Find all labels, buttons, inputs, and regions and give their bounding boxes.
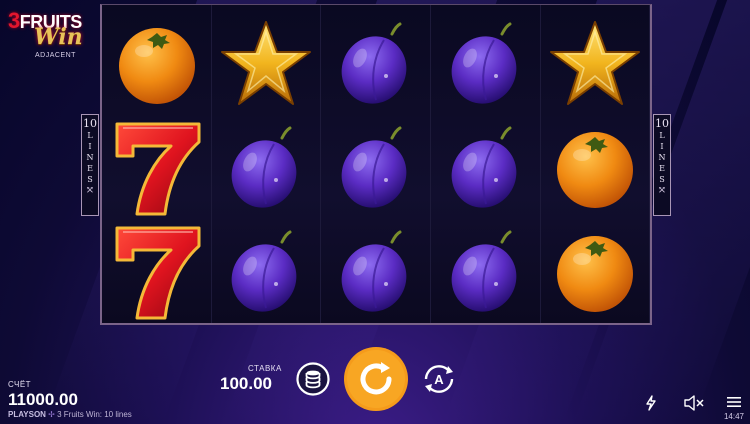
coins-stack-icon — [296, 362, 330, 396]
bet-label: СТАВКА — [248, 364, 282, 373]
reel-column-3 — [321, 5, 431, 323]
reel-symbol-seven — [102, 115, 211, 221]
reel-symbol-orange — [540, 115, 649, 221]
bet-settings-button[interactable] — [296, 362, 330, 396]
reels-grid — [100, 4, 652, 325]
orange-icon — [118, 28, 195, 104]
reel-symbol-plum — [431, 11, 540, 117]
crossed-swords-icon: ⤧ — [85, 185, 95, 196]
lines-indicator-right: 10 L I N E S ⤧ — [653, 114, 671, 216]
seven-icon — [115, 226, 200, 320]
svg-text:A: A — [434, 372, 444, 387]
plum-icon — [451, 230, 516, 312]
reel-symbol-plum — [321, 219, 430, 325]
orange-icon — [556, 132, 633, 208]
lines-indicator-left: 10 L I N E S ⤧ — [81, 114, 99, 216]
reel-symbol-plum — [211, 219, 320, 325]
reel-symbol-star — [540, 11, 649, 117]
reel-symbol-star — [211, 11, 320, 117]
turbo-lightning-icon — [646, 395, 656, 411]
balance-label: СЧЁТ — [8, 380, 32, 389]
reel-column-4 — [431, 5, 541, 323]
game-info: 3 Fruits Win: 10 lines — [57, 410, 132, 419]
plum-icon — [451, 22, 516, 104]
reel-symbol-plum — [431, 219, 540, 325]
orange-icon — [556, 236, 633, 312]
reel-column-2 — [211, 5, 321, 323]
spin-arrow-icon — [344, 347, 408, 411]
turbo-button[interactable] — [644, 395, 658, 411]
provider-line: PLAYSON ✢ 3 Fruits Win: 10 lines — [8, 410, 132, 419]
reel-symbol-plum — [321, 11, 430, 117]
plum-icon — [341, 126, 406, 208]
sound-muted-icon — [684, 395, 704, 411]
menu-button[interactable] — [726, 395, 742, 409]
reel-symbol-plum — [211, 115, 320, 221]
crossed-swords-icon: ⤧ — [657, 185, 667, 196]
seven-icon — [115, 122, 200, 216]
reel-symbol-seven — [102, 219, 211, 325]
reel-symbol-orange — [540, 219, 649, 325]
sound-button[interactable] — [683, 395, 705, 411]
autoplay-icon: A — [424, 365, 454, 393]
autoplay-button[interactable]: A — [419, 362, 459, 396]
reel-column-1 — [102, 5, 212, 323]
reel-symbol-plum — [431, 115, 540, 221]
star-icon — [220, 21, 311, 105]
plum-icon — [231, 230, 296, 312]
reel-symbol-plum — [321, 115, 430, 221]
plum-icon — [341, 22, 406, 104]
spin-button[interactable] — [343, 346, 409, 412]
plum-icon — [231, 126, 296, 208]
logo-subtitle: ADJACENT — [35, 52, 76, 59]
game-logo: 3FRUITS Win ADJACENT — [6, 8, 90, 62]
reel-column-5 — [540, 5, 650, 323]
logo-title-line2: Win — [34, 24, 83, 50]
reel-symbol-orange — [102, 11, 211, 117]
plum-icon — [451, 126, 516, 208]
provider-logo-icon: ✢ — [45, 410, 58, 419]
bet-value: 100.00 — [220, 374, 272, 393]
star-icon — [549, 21, 640, 105]
provider-brand: PLAYSON — [8, 410, 46, 419]
clock-time: 14:47 — [723, 412, 744, 421]
plum-icon — [341, 230, 406, 312]
menu-hamburger-icon — [727, 397, 741, 407]
balance-value: 11000.00 — [8, 390, 78, 409]
